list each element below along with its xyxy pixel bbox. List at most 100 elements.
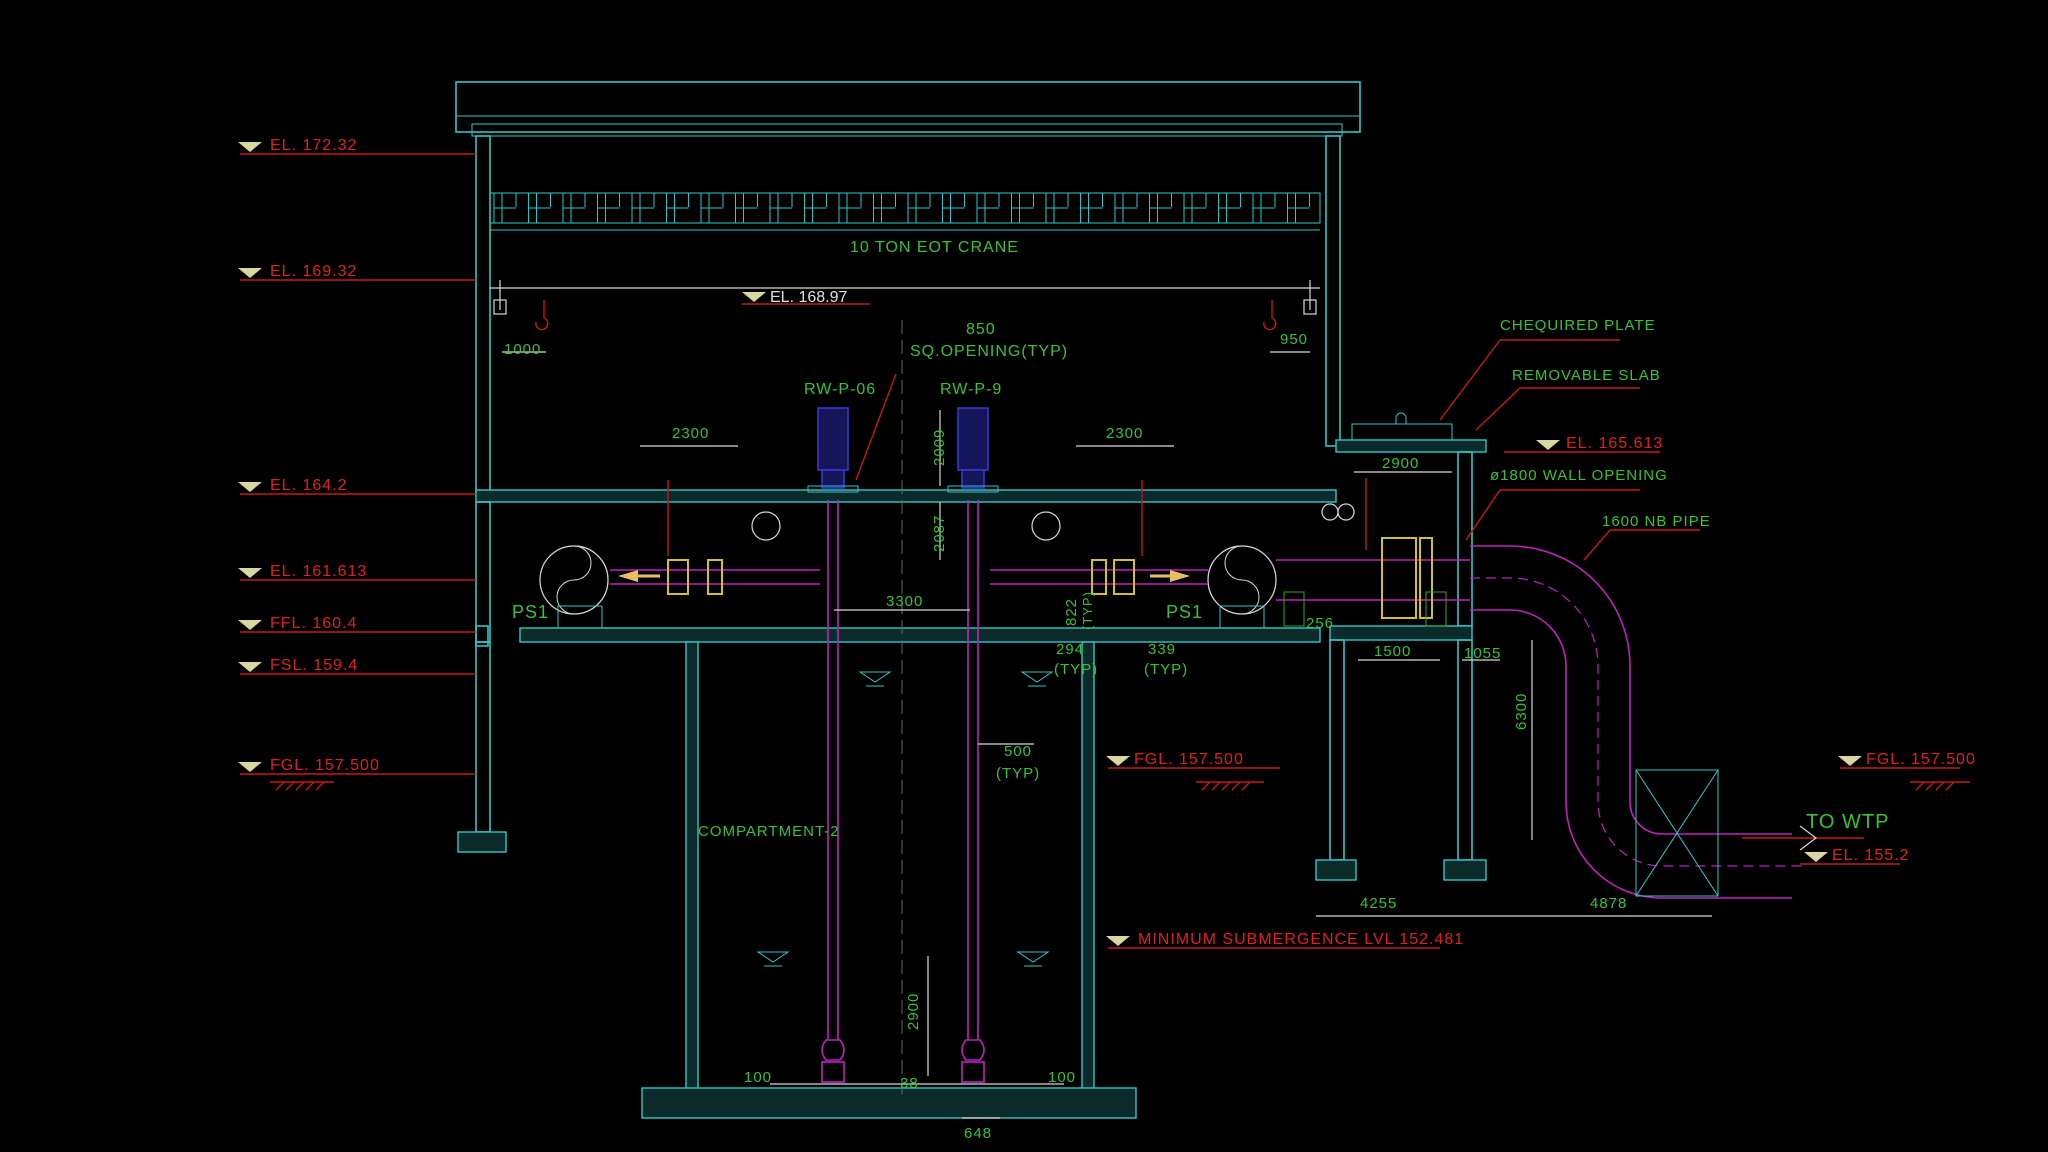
dim-339-typ: (TYP) [1144,661,1188,678]
level-label: EL. 172.32 [270,137,357,154]
opening-size: 850 [966,321,996,338]
truss-bay [597,193,620,223]
water-level-marks [756,671,1054,967]
ground-hatch [270,781,1970,791]
roof-slab [455,81,1361,137]
truss-bay [1114,193,1138,223]
level-triangle [238,762,262,772]
ps-right: PS1 [1166,602,1203,622]
dim-4878: 4878 [1590,895,1627,912]
dim-294: 294 [1056,641,1084,658]
callout-chequered-plate: CHEQUIRED PLATE [1500,317,1656,334]
callout-removable-slab: REMOVABLE SLAB [1512,367,1661,384]
level-fgl-right: FGL. 157.500 [1838,751,1976,769]
pump-right-tag: RW-P-9 [940,381,1002,398]
dim-500: 500 [1004,743,1032,760]
opening-label: SQ.OPENING(TYP) [910,343,1068,360]
level-el-165-label: EL. 165.613 [1566,435,1663,452]
level-marker: EL. 169.32 [238,263,476,281]
dim-1055: 1055 [1464,645,1501,662]
dim-1500: 1500 [1374,643,1411,660]
level-label: FFL. 160.4 [270,615,357,632]
truss-bay [1045,193,1069,223]
level-triangle [238,662,262,672]
truss-bay [873,193,896,223]
pump-rw-p-06 [807,407,859,1083]
truss-bay [769,193,793,223]
dim-2900-top: 2900 [1382,455,1419,472]
dim-2009: 2009 [931,429,948,466]
callout-pipe: 1600 NB PIPE [1602,513,1711,530]
dim-500-typ: (TYP) [996,765,1040,782]
truss-bay [1183,193,1207,223]
level-triangle [238,620,262,630]
dim-6300: 6300 [1513,693,1530,730]
dim-822-typ: (TYP) [1080,591,1095,630]
truss-bay [976,193,1000,223]
dim-3300: 3300 [886,593,923,610]
level-marker: FFL. 160.4 [238,615,476,633]
level-label: FSL. 159.4 [270,657,358,674]
operating-floor-slab [475,489,1337,503]
truss-bay [1218,193,1241,223]
truss-bay [1287,193,1310,223]
level-fgl-mid: FGL. 157.500 [1106,751,1280,769]
level-marker: EL. 164.2 [238,477,476,495]
truss-bay [631,193,655,223]
truss-bay [907,193,931,223]
truss-bay [493,193,517,223]
dim-1000: 1000 [504,341,541,358]
level-min-submergence-label: MINIMUM SUBMERGENCE LVL 152.481 [1138,931,1464,948]
truss-bay [804,193,827,223]
level-el-155-label: EL. 155.2 [1832,847,1910,864]
dim-2087: 2087 [931,515,948,552]
level-label: FGL. 157.500 [270,757,380,774]
truss-bay [562,193,586,223]
truss-bay [942,193,965,223]
dim-38: 38 [900,1075,919,1092]
level-label: EL. 169.32 [270,263,357,280]
level-triangle [238,268,262,278]
dim-4255: 4255 [1360,895,1397,912]
dim-2900-low: 2900 [905,993,922,1030]
level-crane-rail-label: EL. 168.97 [770,289,848,306]
truss-bay [1149,193,1172,223]
callout-compartment: COMPARTMENT-2 [698,823,840,840]
truss-bay [666,193,689,223]
level-triangle [238,142,262,152]
dim-100-right: 100 [1048,1069,1076,1086]
callout-wall-opening: ø1800 WALL OPENING [1490,467,1668,484]
level-min-submergence: MINIMUM SUBMERGENCE LVL 152.481 [1106,931,1464,949]
leader-lines [855,339,1864,839]
level-marker: EL. 161.613 [238,563,476,581]
pump-rw-p-9 [947,407,999,1083]
truss-bay [1252,193,1276,223]
level-marker: FSL. 159.4 [238,657,476,675]
dim-648: 648 [964,1125,992,1142]
dim-256: 256 [1306,615,1334,632]
truss-bay [528,193,551,223]
superstructure-walls [475,135,1341,497]
level-label: EL. 161.613 [270,563,367,580]
truss-bay [1011,193,1034,223]
dim-822: 822 [1063,598,1080,626]
dim-2300-right: 2300 [1106,425,1143,442]
level-marker: FGL. 157.500 [238,757,476,775]
dim-100-left: 100 [744,1069,772,1086]
level-triangle [238,482,262,492]
thrust-block [1635,769,1719,897]
level-label: EL. 164.2 [270,477,348,494]
level-fgl-right-label: FGL. 157.500 [1866,751,1976,768]
dim-950: 950 [1280,331,1308,348]
crane-label: 10 TON EOT CRANE [850,239,1019,256]
level-triangle [238,568,262,578]
truss-bay [735,193,758,223]
dim-2300-left: 2300 [672,425,709,442]
callout-to-wtp: TO WTP [1806,811,1889,833]
truss-bay [700,193,724,223]
level-markers-left: EL. 172.32 EL. 169.32 EL. 164.2 EL. 161.613… [238,137,476,775]
pump-left-tag: RW-P-06 [804,381,876,398]
pump-house-section-drawing: EL. 172.32 EL. 169.32 EL. 164.2 EL. 161.613… [238,81,1976,1142]
level-el-165: EL. 165.613 [1504,435,1663,453]
level-el-155: EL. 155.2 [1800,847,1910,865]
